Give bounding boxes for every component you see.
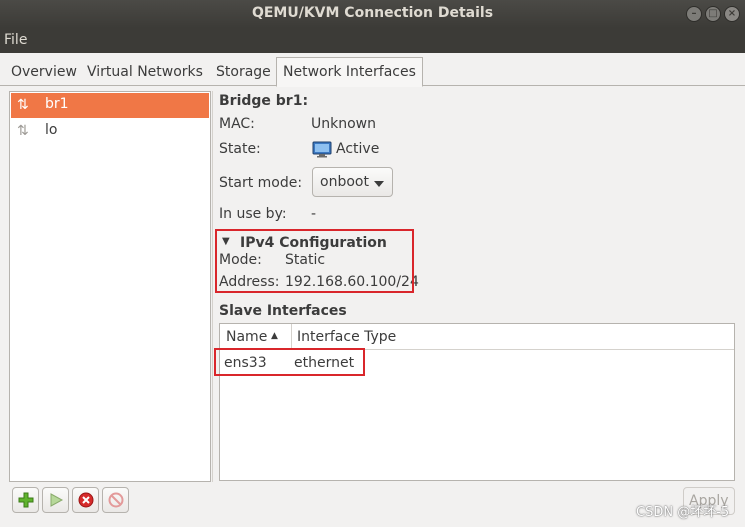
state-value: Active — [336, 141, 380, 157]
delete-interface-button[interactable] — [102, 487, 129, 513]
watermark: CSDN @坏坏-5 — [636, 505, 730, 520]
column-name-label: Name — [226, 329, 268, 345]
highlight-box-slave-row — [214, 348, 365, 376]
add-interface-button[interactable] — [12, 487, 39, 513]
tab-bar: Overview Virtual Networks Storage Networ… — [0, 53, 745, 87]
mac-value: Unknown — [311, 116, 376, 132]
network-arrows-icon: ⇅ — [17, 123, 29, 139]
interface-name: br1 — [45, 96, 69, 112]
window-title: QEMU/KVM Connection Details — [251, 5, 494, 21]
minimize-icon[interactable]: – — [686, 6, 702, 22]
table-header: Name ▲ Interface Type — [220, 324, 734, 350]
highlight-box-ipv4 — [215, 229, 414, 293]
delete-icon — [108, 492, 124, 508]
slave-interfaces-heading: Slave Interfaces — [219, 303, 347, 319]
tab-overview[interactable]: Overview — [5, 61, 83, 86]
monitor-icon — [312, 141, 332, 158]
tab-network-interfaces[interactable]: Network Interfaces — [276, 57, 423, 87]
network-arrows-icon: ⇅ — [17, 97, 29, 113]
start-mode-value: onboot — [320, 174, 369, 190]
interface-name: lo — [45, 122, 58, 138]
in-use-value: - — [311, 206, 317, 222]
bridge-heading: Bridge br1: — [219, 93, 309, 109]
maximize-icon[interactable]: □ — [705, 6, 721, 22]
column-header-name[interactable]: Name ▲ — [220, 324, 292, 350]
list-item-lo[interactable]: ⇅ lo — [11, 119, 209, 144]
start-mode-dropdown[interactable]: onboot — [312, 167, 393, 197]
mac-label: MAC: — [219, 116, 255, 132]
menu-bar: File — [0, 28, 745, 53]
column-header-type[interactable]: Interface Type — [297, 329, 396, 345]
tab-storage[interactable]: Storage — [210, 61, 277, 86]
start-mode-label: Start mode: — [219, 175, 303, 191]
plus-icon — [18, 492, 34, 508]
list-item-br1[interactable]: ⇅ br1 — [11, 93, 209, 118]
sort-ascending-icon: ▲ — [271, 331, 278, 341]
interface-list: ⇅ br1 ⇅ lo — [9, 91, 211, 482]
pane-divider[interactable] — [212, 91, 213, 482]
close-window-icon[interactable]: × — [724, 6, 740, 22]
tab-virtual-networks[interactable]: Virtual Networks — [81, 61, 209, 86]
chevron-down-icon — [374, 181, 384, 187]
state-label: State: — [219, 141, 261, 157]
in-use-label: In use by: — [219, 206, 287, 222]
stop-icon — [78, 492, 94, 508]
play-icon — [50, 493, 64, 507]
menu-file[interactable]: File — [4, 32, 27, 48]
slave-interfaces-table: Name ▲ Interface Type ens33 ethernet — [219, 323, 735, 481]
window-titlebar: QEMU/KVM Connection Details – □ × — [0, 0, 745, 28]
start-interface-button[interactable] — [42, 487, 69, 513]
stop-interface-button[interactable] — [72, 487, 99, 513]
